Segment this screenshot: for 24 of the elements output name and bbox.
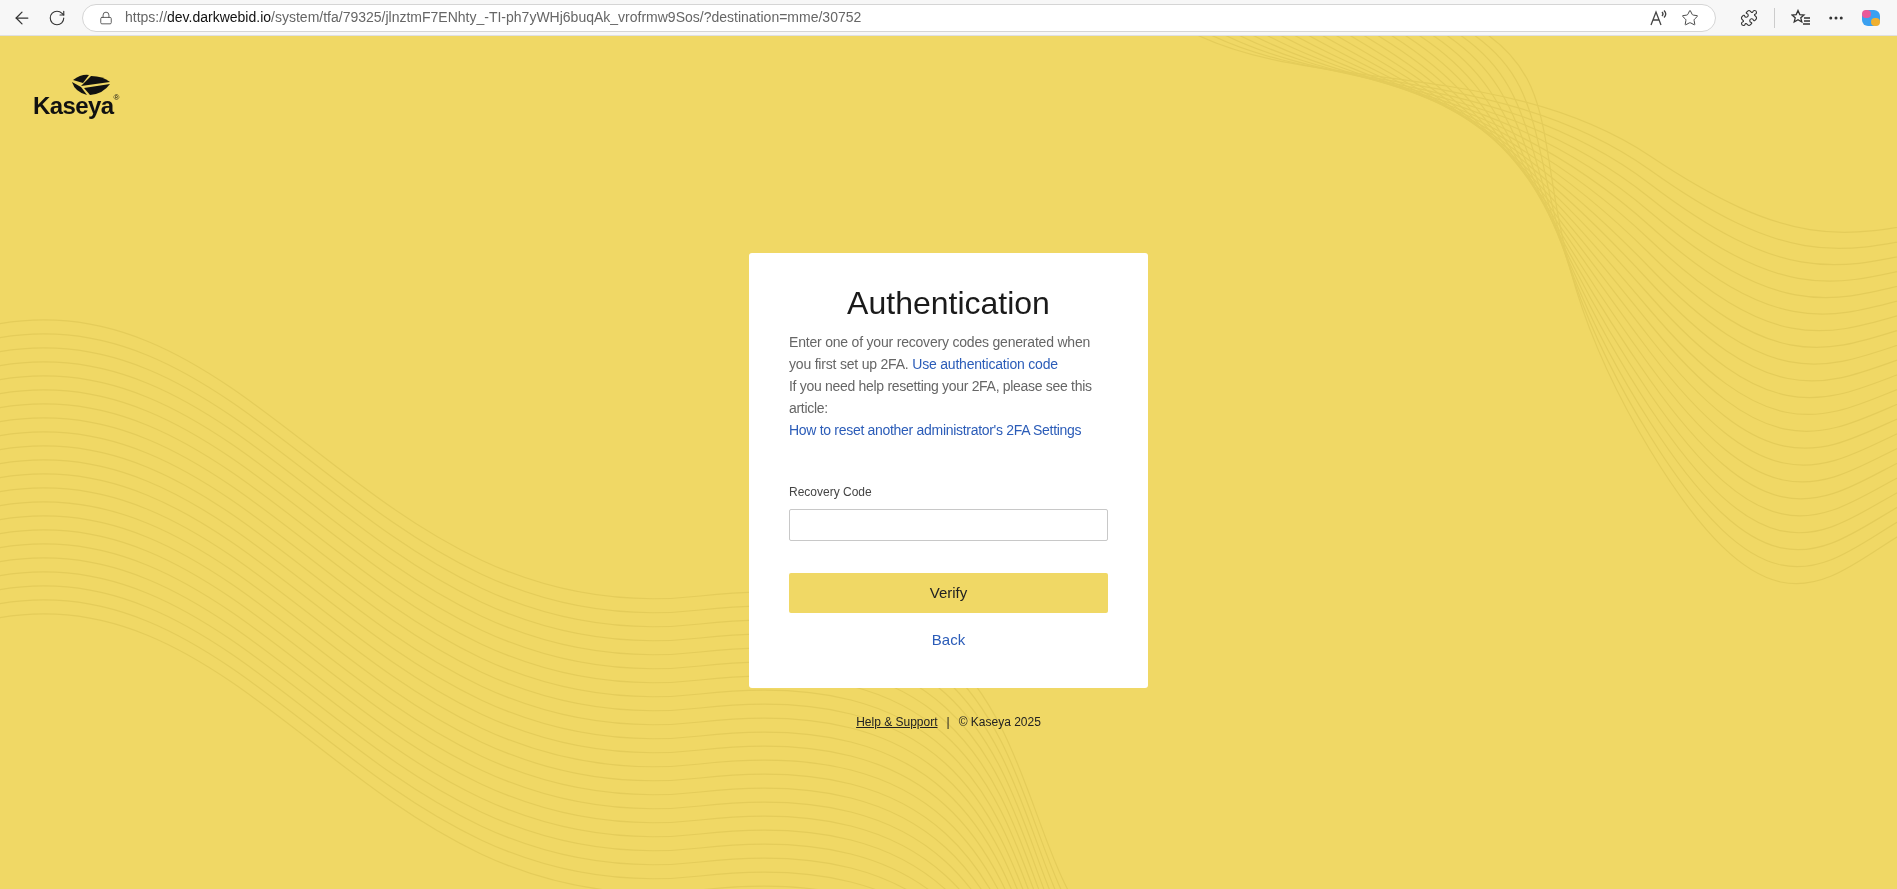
recovery-code-field[interactable] [789, 509, 1108, 541]
extensions-icon[interactable] [1740, 8, 1758, 27]
leaf-logo-icon [71, 74, 112, 96]
registered-mark: ® [113, 94, 120, 102]
verify-button[interactable]: Verify [789, 573, 1108, 613]
address-bar[interactable]: https://dev.darkwebid.io/system/tfa/79325/jlnztmF7ENhty_-TI-ph7yWHj6buqAk_vrofrmw9Sos/?destination=mme/30752 [82, 3, 1716, 32]
page-title: Authentication [846, 284, 1051, 323]
footer-separator: | [946, 713, 950, 731]
lock-icon [99, 10, 113, 25]
field-label: Recovery Code [789, 484, 873, 501]
help-support-link[interactable]: Help & Support [856, 712, 938, 731]
back-link[interactable]: Back [931, 629, 966, 652]
assistant-icon[interactable] [1861, 7, 1881, 28]
star-icon[interactable] [1681, 8, 1699, 27]
read-aloud-icon[interactable] [1649, 8, 1669, 27]
logo-wordmark: Kaseya [33, 94, 114, 118]
help-text: If you need help resetting your 2FA, please see this article: How to reset another administrator's 2FA Settings [789, 377, 1093, 440]
url-text: https://dev.darkwebid.io/system/tfa/79325/jlnztmF7ENhty_-TI-ph7yWHj6buqAk_vrofrmw9Sos/?destination=mme/30752 [125, 8, 862, 27]
copyright-text: © Kaseya 2025 [958, 713, 1041, 731]
authentication-code-link[interactable]: Use authentication code [912, 356, 1058, 372]
reset-article-link[interactable]: How to reset another administrator's 2FA Settings [789, 422, 1082, 438]
favorites-icon[interactable] [1791, 8, 1811, 27]
reload-icon[interactable] [48, 8, 66, 27]
instructions-text: Enter one of your recovery codes generated when you first set up 2FA. Use authentication code [789, 333, 1092, 374]
